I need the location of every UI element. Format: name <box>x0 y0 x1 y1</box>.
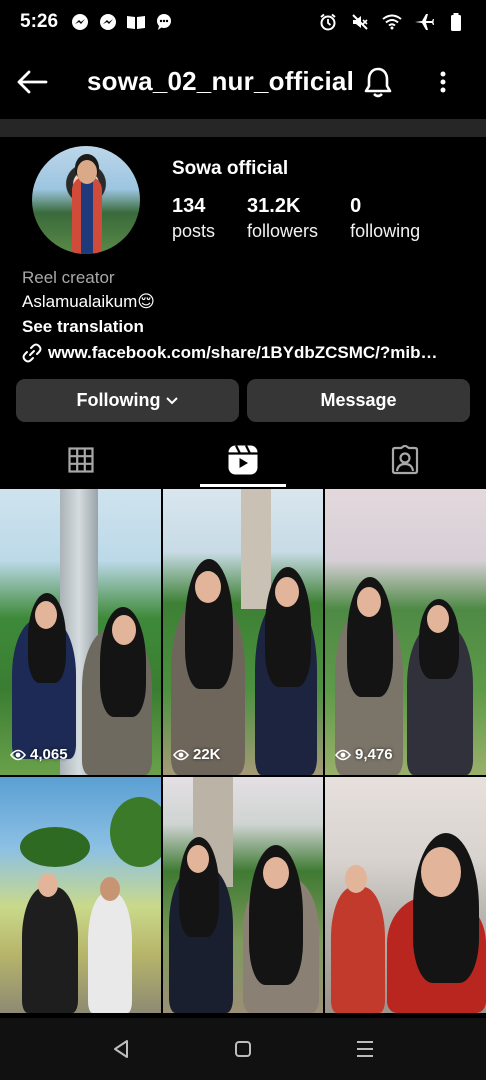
following-count: 0 <box>350 195 362 217</box>
messenger-icon <box>98 12 118 32</box>
eye-icon <box>335 749 351 761</box>
nav-back-button[interactable] <box>101 1029 141 1069</box>
following-button-label: Following <box>76 390 161 410</box>
followers-label: followers <box>247 221 319 241</box>
following-button[interactable]: Following <box>16 379 239 422</box>
airplane-icon <box>414 12 434 32</box>
reel-view-count: 4,065 <box>10 746 68 763</box>
chat-icon <box>154 12 174 32</box>
eye-icon <box>173 749 189 761</box>
profile-avatar[interactable] <box>32 146 140 254</box>
back-button[interactable] <box>14 64 50 100</box>
system-navigation-bar <box>0 1018 486 1080</box>
messenger-icon <box>70 12 90 32</box>
reel-view-count: 22K <box>173 746 221 763</box>
bio-text: Aslamualaikum😌 <box>22 292 155 311</box>
more-options-button[interactable] <box>428 64 458 100</box>
followers-stat[interactable]: 31.2K followers <box>247 194 318 244</box>
square-home-icon <box>235 1041 251 1057</box>
message-button[interactable]: Message <box>247 379 470 422</box>
profile-actions: Following Message <box>16 379 470 422</box>
profile-header: sowa_02_nur_official <box>0 54 486 110</box>
posts-stat[interactable]: 134 posts <box>172 194 215 244</box>
status-notification-icons <box>70 12 174 32</box>
reel-thumbnail[interactable] <box>0 777 161 1013</box>
notifications-button[interactable] <box>360 64 396 100</box>
posts-count: 134 <box>172 195 206 217</box>
tab-posts-grid[interactable] <box>0 432 162 488</box>
bio-external-link[interactable]: www.facebook.com/share/1BYdbZCSMC/?mib… <box>22 340 472 366</box>
status-time: 5:26 <box>20 11 59 32</box>
tab-tagged[interactable] <box>324 432 486 488</box>
profile-tabs <box>0 432 486 488</box>
wifi-icon <box>382 12 402 32</box>
menu-lines-icon <box>357 1041 373 1057</box>
divider-band <box>0 119 486 137</box>
grid-icon <box>68 447 94 473</box>
reel-thumbnail[interactable] <box>325 777 486 1013</box>
reels-grid: 4,065 22K 9,476 <box>0 489 486 1013</box>
bio-link-text: www.facebook.com/share/1BYdbZCSMC/?mib… <box>48 343 438 362</box>
reel-thumbnail[interactable]: 4,065 <box>0 489 161 775</box>
reels-icon <box>228 445 258 475</box>
reel-thumbnail[interactable]: 9,476 <box>325 489 486 775</box>
nav-recents-button[interactable] <box>345 1029 385 1069</box>
book-icon <box>126 12 146 32</box>
mute-icon <box>350 12 370 32</box>
arrow-left-icon <box>17 70 48 94</box>
chevron-down-icon <box>166 396 179 405</box>
following-label: following <box>350 221 421 241</box>
tagged-person-icon <box>391 445 419 475</box>
triangle-back-icon <box>114 1040 128 1058</box>
see-translation-link[interactable]: See translation <box>22 314 472 340</box>
reel-view-count: 9,476 <box>335 746 393 763</box>
battery-icon <box>446 12 466 32</box>
alarm-icon <box>318 12 338 32</box>
profile-username: sowa_02_nur_official <box>87 66 354 96</box>
status-bar: 5:26 <box>0 0 486 44</box>
following-stat[interactable]: 0 following <box>350 194 420 244</box>
status-system-icons <box>318 12 466 32</box>
posts-label: posts <box>172 221 216 241</box>
profile-bio: Reel creator Aslamualaikum😌 See translat… <box>22 266 472 366</box>
profile-stats: 134 posts 31.2K followers 0 following <box>172 194 452 244</box>
tab-reels[interactable] <box>162 432 324 488</box>
reel-thumbnail[interactable] <box>163 777 323 1013</box>
bio-category: Reel creator <box>22 268 115 287</box>
followers-count: 31.2K <box>247 195 301 217</box>
eye-icon <box>10 749 26 761</box>
message-button-label: Message <box>320 390 397 410</box>
nav-home-button[interactable] <box>223 1029 263 1069</box>
reel-thumbnail[interactable]: 22K <box>163 489 323 775</box>
more-vertical-icon <box>440 71 446 93</box>
link-icon <box>22 343 42 363</box>
profile-display-name: Sowa official <box>172 158 289 179</box>
bell-icon <box>364 67 392 98</box>
